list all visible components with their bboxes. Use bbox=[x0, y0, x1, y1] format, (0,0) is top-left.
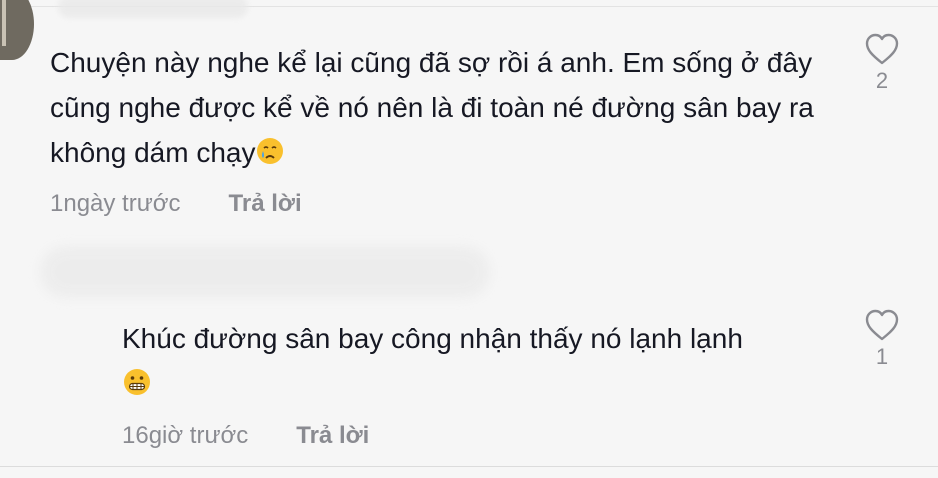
grimacing-face-icon bbox=[124, 369, 150, 395]
comment-meta: 16giờ trước Trả lời bbox=[122, 422, 369, 450]
blurred-username bbox=[40, 246, 490, 298]
crying-face-icon bbox=[257, 138, 284, 164]
comment-meta: 1ngày trước Trả lời bbox=[50, 190, 302, 218]
comment-text-body: Chuyện này nghe kể lại cũng đã sợ rồi á … bbox=[50, 47, 814, 168]
bottom-divider bbox=[0, 466, 938, 467]
reply-button[interactable]: Trả lời bbox=[229, 190, 302, 217]
comment-timestamp: 16giờ trước bbox=[122, 422, 249, 449]
like-button[interactable]: 1 bbox=[862, 308, 902, 370]
blurred-username bbox=[58, 0, 248, 18]
heart-icon bbox=[865, 309, 899, 341]
like-count: 1 bbox=[875, 344, 889, 369]
comment-timestamp: 1ngày trước bbox=[50, 190, 181, 217]
reply-button[interactable]: Trả lời bbox=[296, 422, 369, 449]
like-button[interactable]: 2 bbox=[862, 32, 902, 94]
comment-text: Khúc đường sân bay công nhận thấy nó lạn… bbox=[122, 316, 842, 406]
comment-text: Chuyện này nghe kể lại cũng đã sợ rồi á … bbox=[50, 40, 840, 175]
avatar[interactable] bbox=[0, 0, 34, 60]
heart-icon bbox=[865, 33, 899, 65]
comment-text-body: Khúc đường sân bay công nhận thấy nó lạn… bbox=[122, 323, 743, 354]
like-count: 2 bbox=[875, 68, 889, 93]
